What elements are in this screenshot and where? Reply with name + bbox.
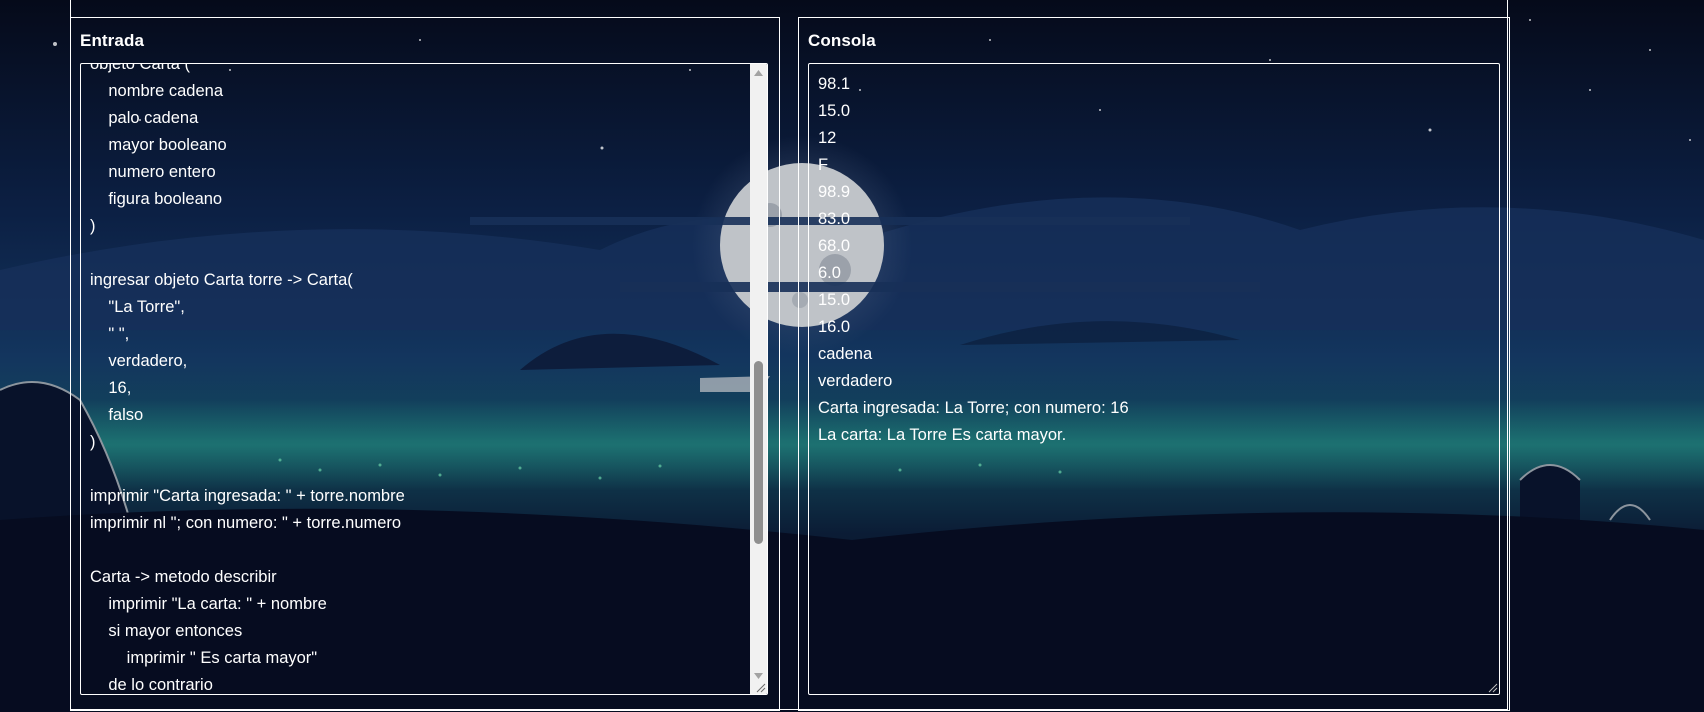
arrow-up-icon bbox=[754, 69, 763, 76]
console-output-textarea[interactable]: 98.1 15.0 12 F 98.9 83.0 68.0 6.0 15.0 16.0 cadena… bbox=[808, 63, 1500, 695]
console-line: F bbox=[818, 156, 829, 174]
console-line: 98.1 bbox=[818, 75, 851, 93]
scroll-up-button[interactable] bbox=[750, 64, 767, 81]
scroll-down-button[interactable] bbox=[750, 667, 767, 684]
console-line: 6.0 bbox=[818, 264, 841, 282]
console-line: Carta ingresada: La Torre; con numero: 1… bbox=[818, 399, 1129, 417]
console-line: 16.0 bbox=[818, 318, 851, 336]
input-panel-title: Entrada bbox=[80, 31, 144, 50]
console-line: La carta: La Torre Es carta mayor. bbox=[818, 426, 1067, 444]
resize-grip-icon[interactable] bbox=[1488, 683, 1498, 693]
scrollbar-thumb[interactable] bbox=[754, 361, 763, 544]
console-line: 12 bbox=[818, 129, 837, 147]
input-panel: Entrada objeto Carta ( nombre cadena pal… bbox=[70, 17, 780, 711]
arrow-down-icon bbox=[754, 672, 763, 679]
output-panel: Consola 98.1 15.0 12 F 98.9 83.0 68.0 6.0 15.0 16… bbox=[798, 17, 1510, 711]
console-line: 68.0 bbox=[818, 237, 851, 255]
console-line: verdadero bbox=[818, 372, 893, 390]
console-line: 15.0 bbox=[818, 102, 851, 120]
console-line: 15.0 bbox=[818, 291, 851, 309]
editor-scrollbar[interactable] bbox=[750, 64, 767, 694]
output-panel-title: Consola bbox=[808, 31, 876, 50]
code-editor-content[interactable]: objeto Carta ( nombre cadena palo cadena… bbox=[90, 64, 745, 694]
code-editor-textarea[interactable]: objeto Carta ( nombre cadena palo cadena… bbox=[80, 63, 768, 695]
console-line: 98.9 bbox=[818, 183, 851, 201]
console-output-lines: 98.1 15.0 12 F 98.9 83.0 68.0 6.0 15.0 16.0 cadena… bbox=[818, 71, 1129, 449]
console-line: 83.0 bbox=[818, 210, 851, 228]
console-line: cadena bbox=[818, 345, 873, 363]
resize-grip-icon[interactable] bbox=[756, 683, 766, 693]
